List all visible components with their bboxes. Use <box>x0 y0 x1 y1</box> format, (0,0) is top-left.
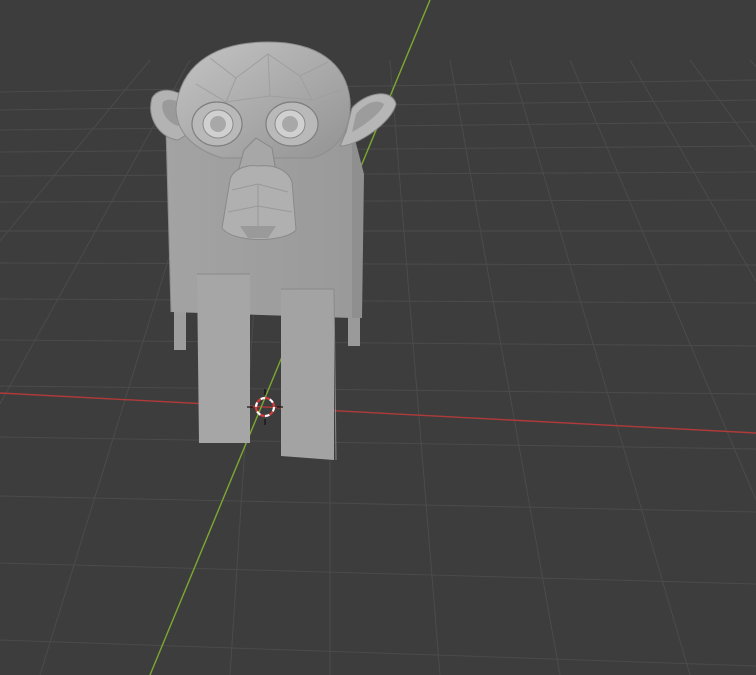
leg-front-right[interactable] <box>281 288 337 461</box>
x-axis-line <box>0 392 756 434</box>
floor-grid <box>0 59 756 675</box>
viewport-canvas[interactable] <box>0 0 756 675</box>
3d-viewport[interactable] <box>0 0 756 675</box>
leg-front-left[interactable] <box>197 273 250 443</box>
